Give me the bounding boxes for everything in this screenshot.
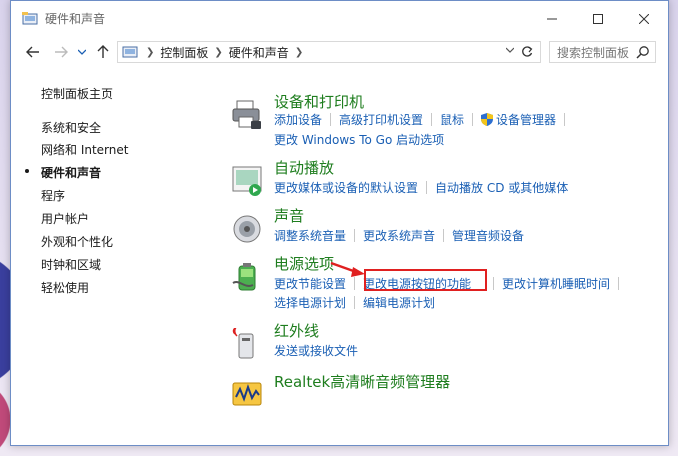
windows-to-go-link[interactable]: 更改 Windows To Go 启动选项 xyxy=(274,131,444,148)
category-title[interactable]: 电源选项 xyxy=(274,253,334,274)
address-dropdown-button[interactable] xyxy=(505,46,515,56)
link-divider xyxy=(493,277,495,290)
link-divider xyxy=(564,113,566,126)
realtek-audio-icon xyxy=(232,382,262,406)
category-links-row: 更改媒体或设备的默认设置 自动播放 CD 或其他媒体 xyxy=(274,179,568,196)
link-divider xyxy=(431,113,433,126)
link-divider xyxy=(426,181,428,194)
up-arrow-icon xyxy=(97,45,109,58)
change-system-sounds-link[interactable]: 更改系统声音 xyxy=(363,227,435,244)
link-divider xyxy=(330,113,332,126)
control-panel-icon xyxy=(122,46,138,58)
category-title[interactable]: 声音 xyxy=(274,205,304,226)
mouse-link[interactable]: 鼠标 xyxy=(440,111,464,128)
printer-icon xyxy=(232,100,261,129)
search-placeholder: 搜索控制面板 xyxy=(557,45,630,60)
autoplay-icon xyxy=(232,166,262,196)
category-links-row: 发送或接收文件 xyxy=(274,342,358,359)
advanced-printer-settings-link[interactable]: 高级打印机设置 xyxy=(339,111,423,128)
link-divider xyxy=(618,277,620,290)
category-links-row: 调整系统音量 更改系统声音 管理音频设备 xyxy=(274,227,524,244)
chevron-down-icon xyxy=(505,47,515,53)
active-item-bullet xyxy=(25,169,29,173)
highlight-box xyxy=(364,269,487,291)
sidebar-item-clock-region[interactable]: 时钟和区域 xyxy=(41,256,101,273)
close-icon xyxy=(639,14,649,24)
battery-icon xyxy=(232,263,256,291)
back-button[interactable] xyxy=(23,37,43,67)
back-arrow-icon xyxy=(26,46,39,58)
sidebar-item-network-internet[interactable]: 网络和 Internet xyxy=(41,141,128,158)
send-receive-files-link[interactable]: 发送或接收文件 xyxy=(274,342,358,359)
control-panel-window: 硬件和声音 ❯ 控制面板 ❯ 硬件和声音 ❯ 搜索控制面板 控制面板主页 系统和… xyxy=(10,0,669,446)
recent-locations-button[interactable] xyxy=(75,37,89,67)
sidebar-item-system-security[interactable]: 系统和安全 xyxy=(41,119,101,136)
breadcrumb-separator: ❯ xyxy=(294,46,304,58)
search-icon xyxy=(636,46,649,59)
close-button[interactable] xyxy=(621,1,667,37)
maximize-button[interactable] xyxy=(575,1,621,37)
change-media-defaults-link[interactable]: 更改媒体或设备的默认设置 xyxy=(274,179,418,196)
category-title[interactable]: Realtek高清晰音频管理器 xyxy=(274,371,450,392)
chevron-down-icon xyxy=(78,49,86,55)
search-input[interactable]: 搜索控制面板 xyxy=(549,41,656,63)
uac-shield-icon xyxy=(481,113,494,126)
edit-power-plan-link[interactable]: 编辑电源计划 xyxy=(363,294,435,311)
control-panel-icon xyxy=(22,12,38,25)
adjust-volume-link[interactable]: 调整系统音量 xyxy=(274,227,346,244)
link-divider xyxy=(354,296,356,309)
window-title: 硬件和声音 xyxy=(45,12,106,26)
category-links-row: 选择电源计划 编辑电源计划 xyxy=(274,294,435,311)
red-arrow-icon xyxy=(330,261,365,277)
link-divider xyxy=(354,229,356,242)
breadcrumb-separator: ❯ xyxy=(214,46,223,58)
sidebar-item-user-accounts[interactable]: 用户帐户 xyxy=(41,210,89,227)
category-title[interactable]: 红外线 xyxy=(274,320,319,341)
link-divider xyxy=(443,229,445,242)
sidebar-item-programs[interactable]: 程序 xyxy=(41,187,65,204)
navigation-bar: ❯ 控制面板 ❯ 硬件和声音 ❯ 搜索控制面板 xyxy=(11,37,668,67)
choose-power-plan-link[interactable]: 选择电源计划 xyxy=(274,294,346,311)
title-bar: 硬件和声音 xyxy=(11,1,668,37)
device-manager-link[interactable]: 设备管理器 xyxy=(496,111,556,128)
breadcrumb-separator: ❯ xyxy=(146,46,155,58)
forward-button[interactable] xyxy=(51,37,71,67)
up-button[interactable] xyxy=(93,37,113,67)
sidebar-item-control-panel-home[interactable]: 控制面板主页 xyxy=(41,85,113,102)
autoplay-cd-link[interactable]: 自动播放 CD 或其他媒体 xyxy=(435,179,568,196)
category-links-row: 更改 Windows To Go 启动选项 xyxy=(274,131,444,148)
speaker-icon xyxy=(233,215,261,243)
minimize-icon xyxy=(547,18,557,20)
minimize-button[interactable] xyxy=(529,1,575,37)
category-title[interactable]: 自动播放 xyxy=(274,157,334,178)
add-device-link[interactable]: 添加设备 xyxy=(274,111,322,128)
address-bar[interactable]: ❯ 控制面板 ❯ 硬件和声音 ❯ xyxy=(117,41,541,63)
infrared-icon xyxy=(232,328,254,359)
category-title[interactable]: 设备和打印机 xyxy=(274,91,364,112)
breadcrumb-control-panel[interactable]: 控制面板 xyxy=(160,44,208,61)
sidebar-item-hardware-sound[interactable]: 硬件和声音 xyxy=(41,164,101,181)
maximize-icon xyxy=(593,14,603,24)
forward-arrow-icon xyxy=(55,46,68,58)
manage-audio-devices-link[interactable]: 管理音频设备 xyxy=(452,227,524,244)
refresh-button[interactable] xyxy=(518,44,536,60)
category-links-row: 添加设备 高级打印机设置 鼠标 设备管理器 xyxy=(274,111,573,128)
change-sleep-time-link[interactable]: 更改计算机睡眠时间 xyxy=(502,275,610,292)
breadcrumb-hardware-sound[interactable]: 硬件和声音 xyxy=(229,44,289,61)
sidebar-item-appearance[interactable]: 外观和个性化 xyxy=(41,233,113,250)
link-divider xyxy=(472,113,474,126)
refresh-icon xyxy=(522,46,533,57)
sidebar-item-ease-of-access[interactable]: 轻松使用 xyxy=(41,279,89,296)
